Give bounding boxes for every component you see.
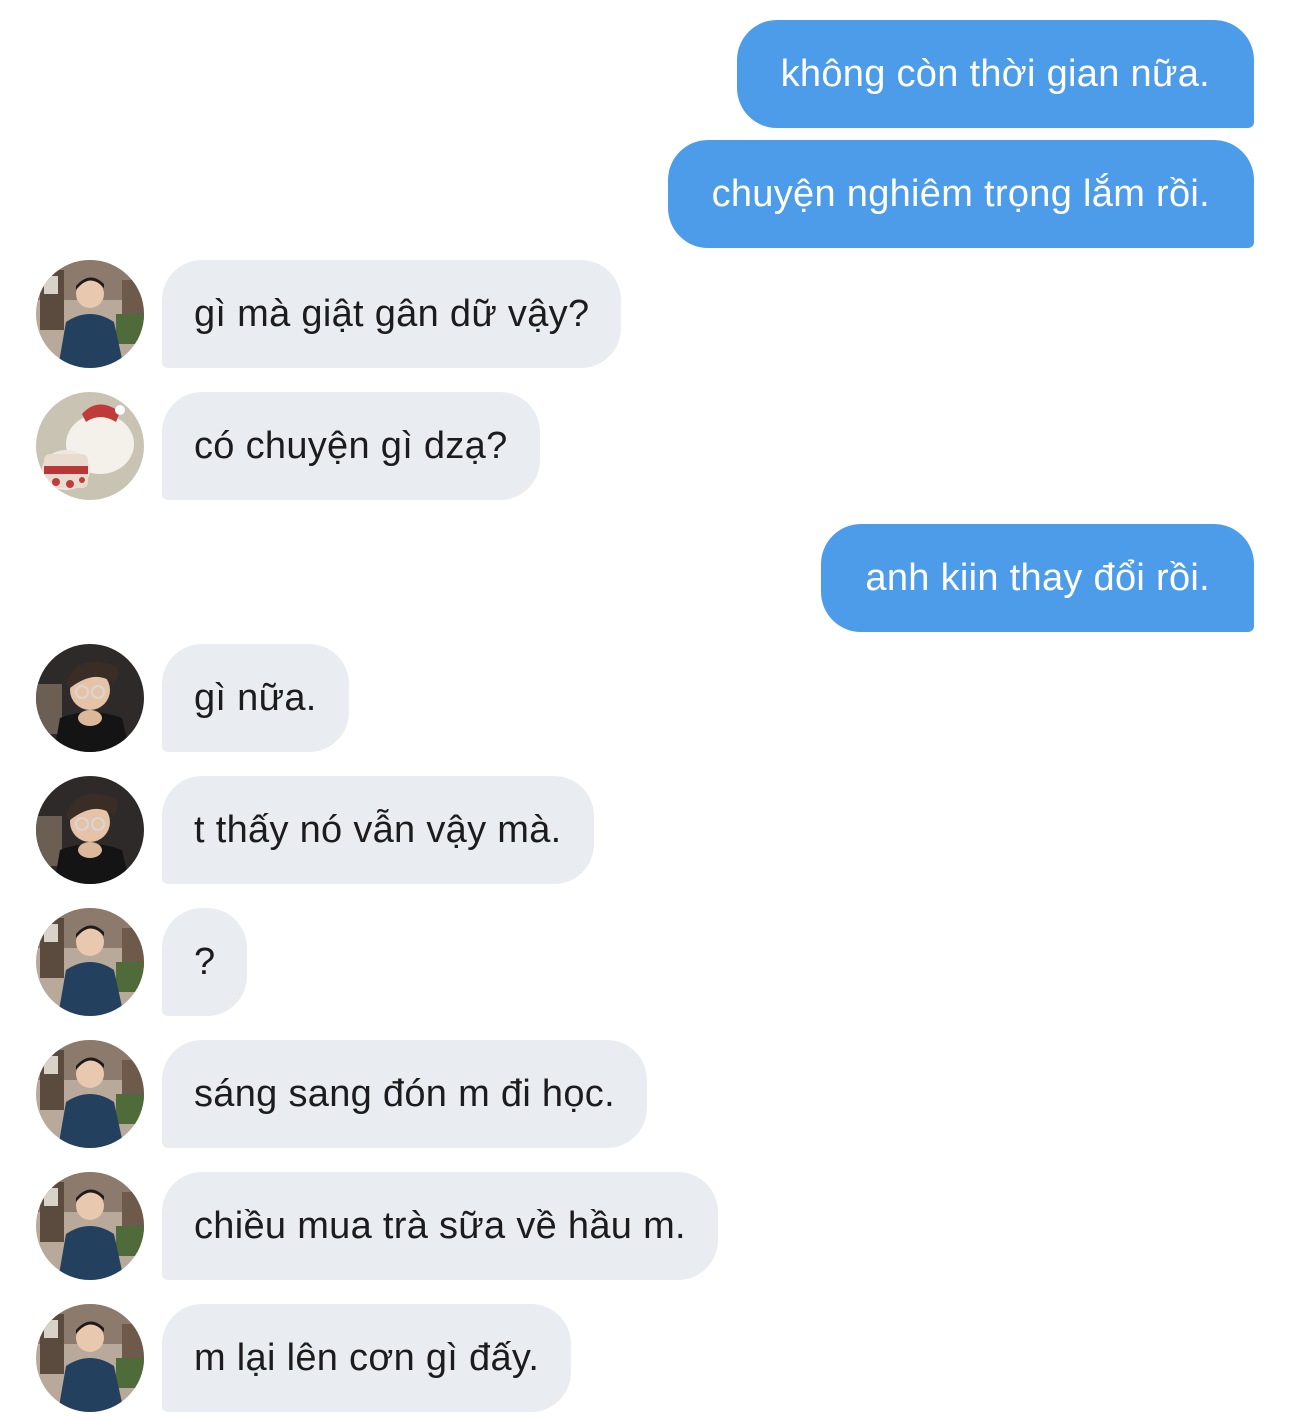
message-row: sáng sang đón m đi học. bbox=[0, 1040, 1290, 1148]
outgoing-message-bubble[interactable]: không còn thời gian nữa. bbox=[736, 20, 1254, 128]
boy-glasses-avatar-icon[interactable] bbox=[36, 776, 144, 884]
message-text: sáng sang đón m đi học. bbox=[194, 1073, 615, 1115]
message-text: chuyện nghiêm trọng lắm rồi. bbox=[711, 173, 1210, 215]
message-row: có chuyện gì dzạ? bbox=[0, 392, 1290, 500]
boy-street-avatar-icon[interactable] bbox=[36, 908, 144, 1016]
cartoon-bear-avatar-icon[interactable] bbox=[36, 392, 144, 500]
message-text: t thấy nó vẫn vậy mà. bbox=[194, 809, 562, 851]
incoming-message-bubble[interactable]: chiều mua trà sữa về hầu m. bbox=[162, 1172, 718, 1280]
outgoing-message-bubble[interactable]: anh kiin thay đổi rồi. bbox=[821, 524, 1254, 632]
incoming-message-bubble[interactable]: gì mà giật gân dữ vậy? bbox=[162, 260, 622, 368]
message-row: anh kiin thay đổi rồi. bbox=[0, 524, 1290, 632]
message-row: ? bbox=[0, 908, 1290, 1016]
incoming-message-bubble[interactable]: có chuyện gì dzạ? bbox=[162, 392, 540, 500]
boy-street-avatar-icon[interactable] bbox=[36, 260, 144, 368]
boy-street-avatar-icon[interactable] bbox=[36, 1172, 144, 1280]
message-row: t thấy nó vẫn vậy mà. bbox=[0, 776, 1290, 884]
message-text: anh kiin thay đổi rồi. bbox=[865, 557, 1210, 599]
incoming-message-bubble[interactable]: ? bbox=[162, 908, 248, 1016]
message-row: chiều mua trà sữa về hầu m. bbox=[0, 1172, 1290, 1280]
message-row: không còn thời gian nữa. bbox=[0, 20, 1290, 128]
message-thread: không còn thời gian nữa. chuyện nghiêm t… bbox=[0, 0, 1290, 1419]
message-row: m lại lên cơn gì đấy. bbox=[0, 1304, 1290, 1412]
message-row: chuyện nghiêm trọng lắm rồi. bbox=[0, 140, 1290, 248]
message-text: m lại lên cơn gì đấy. bbox=[194, 1337, 540, 1379]
boy-street-avatar-icon[interactable] bbox=[36, 1304, 144, 1412]
incoming-message-bubble[interactable]: t thấy nó vẫn vậy mà. bbox=[162, 776, 594, 884]
message-text: có chuyện gì dzạ? bbox=[194, 425, 508, 467]
message-text: ? bbox=[194, 941, 216, 983]
message-row: gì nữa. bbox=[0, 644, 1290, 752]
message-text: chiều mua trà sữa về hầu m. bbox=[194, 1205, 686, 1247]
message-text: gì mà giật gân dữ vậy? bbox=[194, 293, 590, 335]
boy-street-avatar-icon[interactable] bbox=[36, 1040, 144, 1148]
message-text: không còn thời gian nữa. bbox=[780, 53, 1210, 95]
outgoing-message-bubble[interactable]: chuyện nghiêm trọng lắm rồi. bbox=[667, 140, 1254, 248]
message-text: gì nữa. bbox=[194, 677, 317, 719]
message-row: gì mà giật gân dữ vậy? bbox=[0, 260, 1290, 368]
incoming-message-bubble[interactable]: m lại lên cơn gì đấy. bbox=[162, 1304, 572, 1412]
incoming-message-bubble[interactable]: sáng sang đón m đi học. bbox=[162, 1040, 647, 1148]
incoming-message-bubble[interactable]: gì nữa. bbox=[162, 644, 349, 752]
boy-glasses-avatar-icon[interactable] bbox=[36, 644, 144, 752]
